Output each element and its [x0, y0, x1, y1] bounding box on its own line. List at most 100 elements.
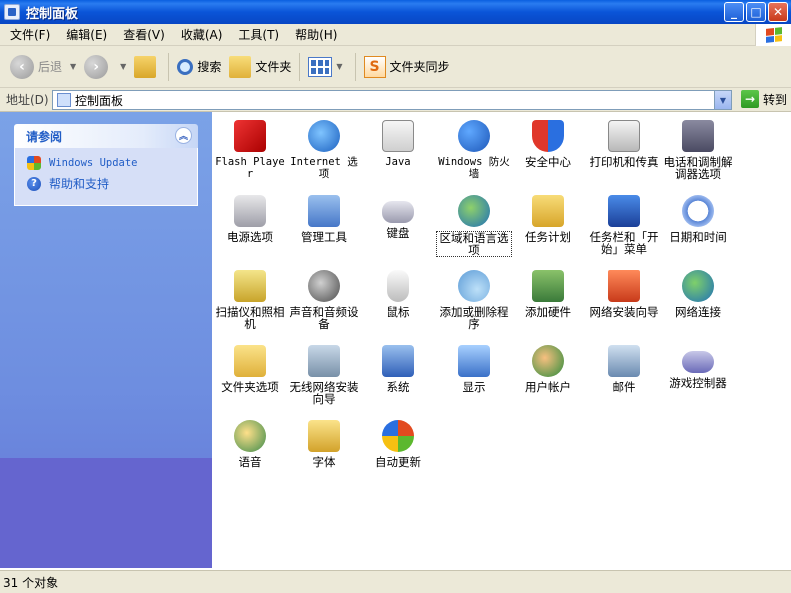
menu-edit[interactable]: 编辑(E)	[60, 26, 113, 43]
toolbar-separator	[299, 52, 301, 81]
go-arrow-icon: →	[740, 90, 759, 108]
add-remove-programs-icon	[458, 270, 490, 302]
address-dropdown-icon[interactable]: ▼	[714, 91, 731, 109]
item-power-options[interactable]: 电源选项	[212, 191, 288, 243]
item-label: 鼠标	[386, 305, 410, 319]
taskbar-start-icon	[608, 195, 640, 227]
up-folder-button[interactable]	[130, 49, 164, 85]
collapse-chevron-icon[interactable]: ︽	[175, 127, 192, 144]
menu-tools[interactable]: 工具(T)	[232, 26, 285, 43]
forward-dropdown-icon[interactable]: ▼	[120, 62, 126, 71]
item-network-setup-wizard[interactable]: 网络安装向导	[586, 266, 662, 318]
up-folder-icon	[134, 55, 157, 78]
control-panel-items: Flash Player Internet 选项 Java Windows 防火…	[212, 112, 791, 568]
menu-favorites[interactable]: 收藏(A)	[175, 26, 229, 43]
item-scheduled-tasks[interactable]: 任务计划	[510, 191, 586, 243]
close-button[interactable]: ✕	[768, 2, 788, 22]
folders-button[interactable]: 文件夹	[225, 49, 295, 85]
toolbar-separator	[168, 52, 170, 81]
title-bar: 控制面板 _ □ ✕	[0, 0, 791, 24]
menu-view[interactable]: 查看(V)	[117, 26, 171, 43]
item-windows-firewall[interactable]: Windows 防火墙	[436, 116, 512, 180]
item-date-time[interactable]: 日期和时间	[660, 191, 736, 243]
phone-modem-icon	[682, 120, 714, 152]
forward-arrow-icon: ›	[84, 54, 109, 79]
item-label: 任务栏和「开始」菜单	[589, 230, 659, 256]
item-java[interactable]: Java	[360, 116, 436, 168]
item-label: 添加硬件	[525, 305, 571, 319]
item-label: 打印机和传真	[589, 155, 659, 169]
item-label: 安全中心	[525, 155, 571, 169]
sync-icon: S	[363, 55, 386, 78]
wireless-setup-icon	[308, 345, 340, 377]
item-add-remove-programs[interactable]: 添加或删除程序	[436, 266, 512, 330]
item-mail[interactable]: 邮件	[586, 341, 662, 393]
item-label: 声音和音频设备	[289, 305, 359, 331]
item-security-center[interactable]: 安全中心	[510, 116, 586, 168]
item-label: 用户帐户	[525, 380, 571, 394]
back-button[interactable]: ‹ 后退	[6, 49, 66, 85]
item-scanners-cameras[interactable]: 扫描仪和照相机	[212, 266, 288, 330]
item-flash-player[interactable]: Flash Player	[212, 116, 288, 180]
item-display[interactable]: 显示	[436, 341, 512, 393]
search-button[interactable]: 搜索	[173, 49, 225, 85]
scanner-camera-icon	[234, 270, 266, 302]
item-phone-modem[interactable]: 电话和调制解调器选项	[660, 116, 736, 180]
user-accounts-icon	[532, 345, 564, 377]
printer-icon	[608, 120, 640, 152]
item-sound-audio[interactable]: 声音和音频设备	[286, 266, 362, 330]
menu-help[interactable]: 帮助(H)	[289, 26, 343, 43]
item-label: 管理工具	[301, 230, 347, 244]
forward-button[interactable]: ›	[80, 49, 116, 85]
item-add-hardware[interactable]: 添加硬件	[510, 266, 586, 318]
item-label: 文件夹选项	[221, 380, 279, 394]
help-icon: ?	[27, 176, 41, 191]
go-label: 转到	[762, 92, 787, 107]
internet-options-icon	[308, 120, 340, 152]
fonts-icon	[308, 420, 340, 452]
item-user-accounts[interactable]: 用户帐户	[510, 341, 586, 393]
windows-update-link[interactable]: Windows Update	[27, 156, 197, 170]
maximize-button[interactable]: □	[746, 2, 766, 22]
item-label: 任务计划	[525, 230, 571, 244]
item-system[interactable]: 系统	[360, 341, 436, 393]
item-speech[interactable]: 语音	[212, 416, 288, 468]
item-automatic-updates[interactable]: 自动更新	[360, 416, 436, 468]
item-label: 日期和时间	[669, 230, 727, 244]
help-support-link[interactable]: ? 帮助和支持	[27, 175, 197, 192]
item-label: 网络安装向导	[589, 305, 659, 319]
go-button[interactable]: → 转到	[740, 90, 787, 108]
see-also-header[interactable]: 请参阅 ︽	[14, 124, 198, 148]
item-game-controllers[interactable]: 游戏控制器	[660, 341, 736, 389]
item-label: 自动更新	[375, 455, 421, 469]
windows-update-icon	[27, 156, 41, 170]
item-label: 扫描仪和照相机	[215, 305, 285, 331]
item-fonts[interactable]: 字体	[286, 416, 362, 468]
item-keyboard[interactable]: 键盘	[360, 191, 436, 239]
control-panel-icon	[57, 93, 71, 107]
back-dropdown-icon[interactable]: ▼	[70, 62, 76, 71]
menu-file[interactable]: 文件(F)	[4, 26, 56, 43]
item-label: Java	[385, 156, 411, 168]
views-button[interactable]: ▼	[304, 49, 350, 85]
item-label: 字体	[312, 455, 336, 469]
item-admin-tools[interactable]: 管理工具	[286, 191, 362, 243]
item-wireless-setup-wizard[interactable]: 无线网络安装向导	[286, 341, 362, 405]
item-label: Windows 防火墙	[438, 156, 510, 180]
item-mouse[interactable]: 鼠标	[360, 266, 436, 318]
sync-label: 文件夹同步	[389, 60, 450, 74]
add-hardware-icon	[532, 270, 564, 302]
folder-sync-button[interactable]: S 文件夹同步	[360, 49, 454, 85]
item-network-connections[interactable]: 网络连接	[660, 266, 736, 318]
item-taskbar-start-menu[interactable]: 任务栏和「开始」菜单	[586, 191, 662, 255]
item-folder-options[interactable]: 文件夹选项	[212, 341, 288, 393]
address-input[interactable]: 控制面板 ▼	[52, 90, 732, 110]
security-center-icon	[532, 120, 564, 152]
item-printers-faxes[interactable]: 打印机和传真	[586, 116, 662, 168]
minimize-button[interactable]: _	[724, 2, 744, 22]
folder-options-icon	[234, 345, 266, 377]
item-region-language[interactable]: 区域和语言选项	[436, 191, 512, 257]
item-label: 显示	[462, 380, 486, 394]
item-internet-options[interactable]: Internet 选项	[286, 116, 362, 180]
item-label: 游戏控制器	[669, 376, 727, 390]
